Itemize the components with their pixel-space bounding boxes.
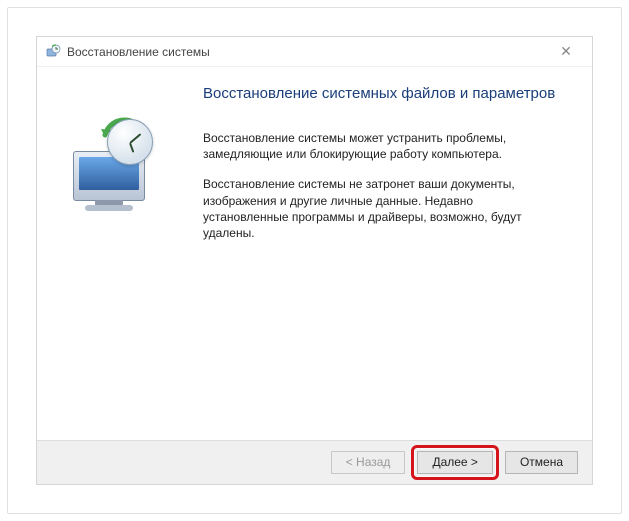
side-illustration — [55, 85, 195, 432]
description-1: Восстановление системы может устранить п… — [203, 130, 553, 162]
wizard-footer: < Назад Далее > Отмена — [37, 440, 592, 484]
page-heading: Восстановление системных файлов и параме… — [203, 85, 568, 102]
description-2: Восстановление системы не затронет ваши … — [203, 176, 553, 241]
back-button: < Назад — [331, 451, 406, 474]
content-area: Восстановление системных файлов и параме… — [37, 67, 592, 440]
wizard-window: Восстановление системы ✕ Восстановление … — [36, 36, 593, 485]
next-button[interactable]: Далее > — [417, 451, 493, 474]
screenshot-frame: Восстановление системы ✕ Восстановление … — [7, 7, 622, 514]
restore-illustration-icon — [55, 117, 165, 217]
main-text: Восстановление системных файлов и параме… — [195, 85, 568, 432]
cancel-button[interactable]: Отмена — [505, 451, 578, 474]
window-title: Восстановление системы — [67, 45, 548, 59]
titlebar: Восстановление системы ✕ — [37, 37, 592, 67]
next-button-highlight: Далее > — [411, 445, 499, 480]
system-restore-icon — [45, 44, 61, 60]
close-icon[interactable]: ✕ — [548, 43, 584, 60]
